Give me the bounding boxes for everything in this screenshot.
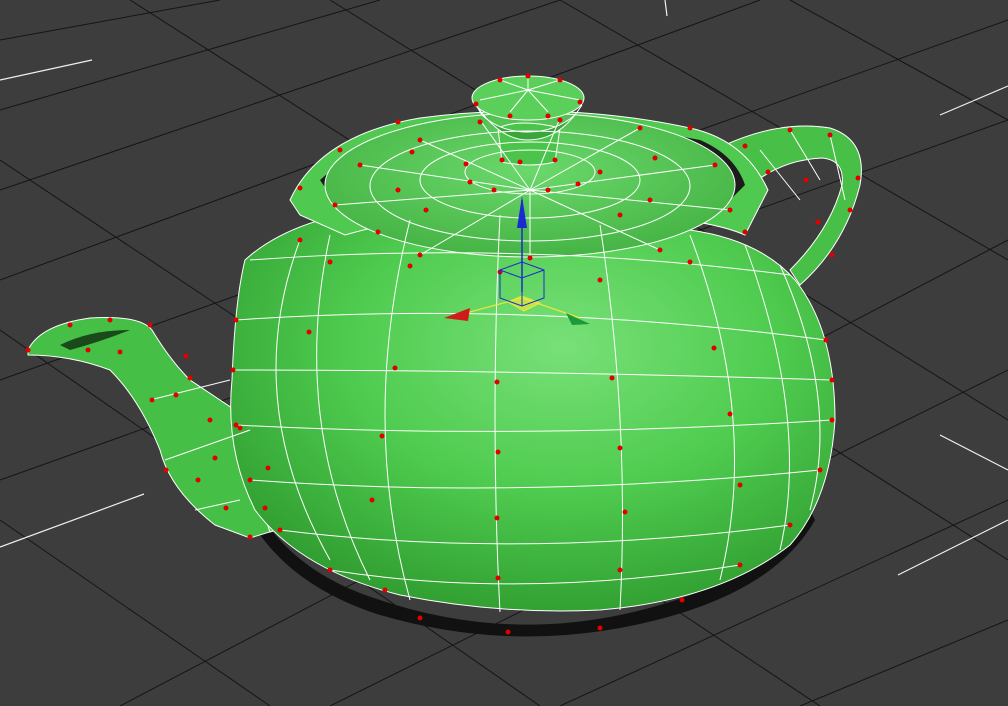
viewport-canvas[interactable] bbox=[0, 0, 1008, 706]
3d-viewport[interactable] bbox=[0, 0, 1008, 706]
teapot-mesh[interactable] bbox=[25, 73, 862, 637]
